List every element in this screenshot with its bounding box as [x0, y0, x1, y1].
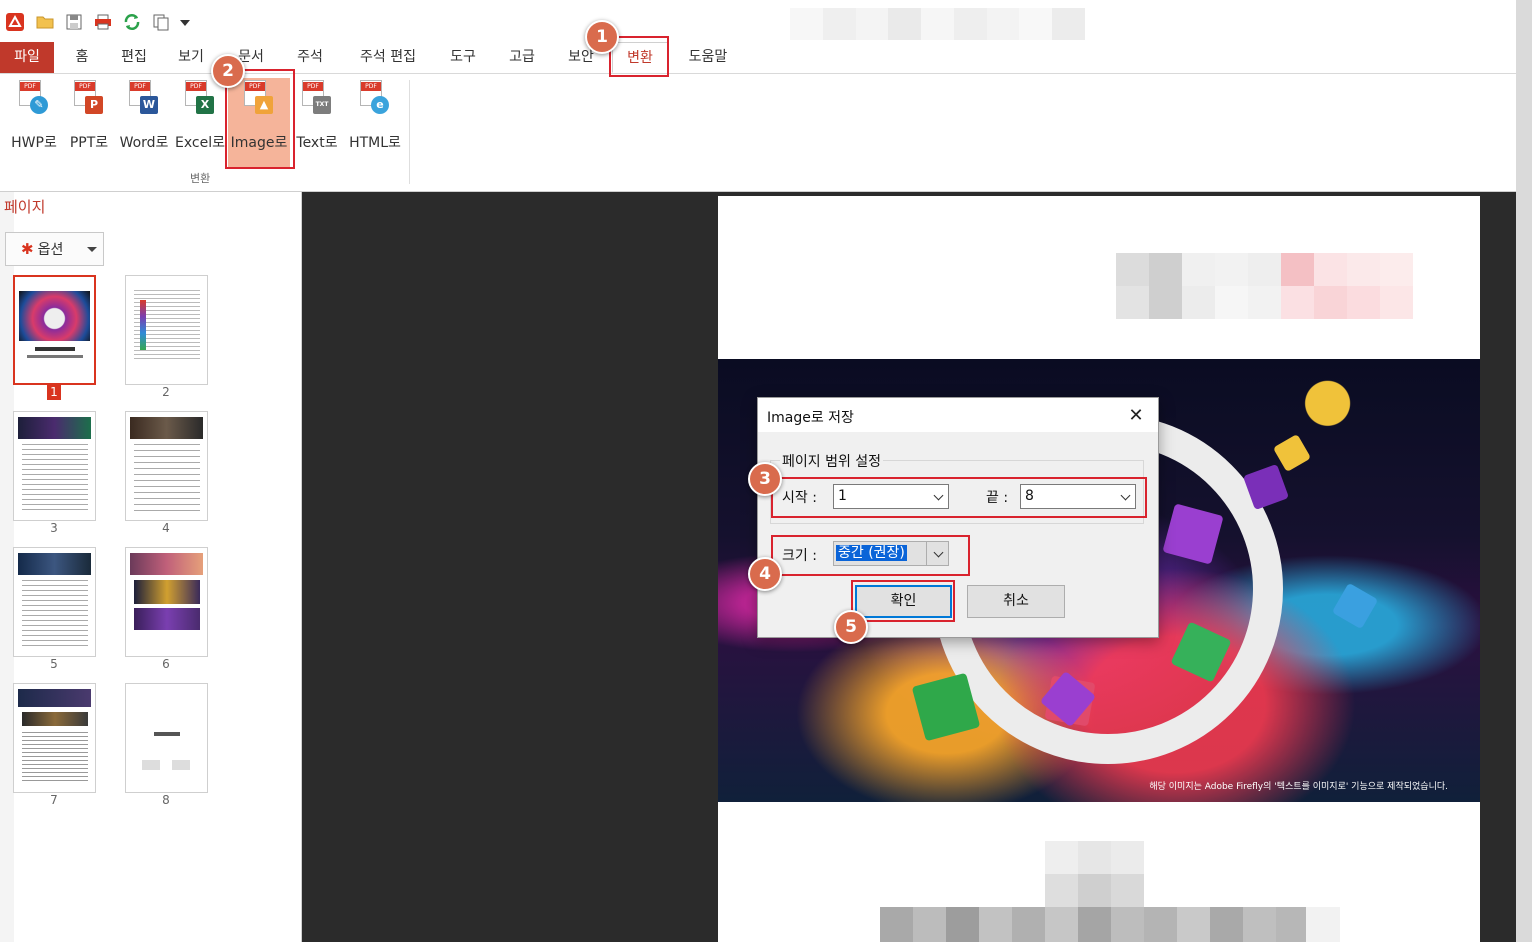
pages-panel-title: 페이지: [4, 198, 46, 216]
step-badge-2: 2: [211, 54, 245, 88]
page-thumbnail-3[interactable]: [13, 411, 96, 521]
convert-to-text-button[interactable]: PDF TXT Text로: [294, 78, 340, 170]
page-number-2: 2: [162, 385, 170, 399]
pages-panel: 페이지 ✱ 옵션 1 2 3 4 5 6 7 8: [0, 192, 302, 942]
cover-caption: 해당 이미지는 Adobe Firefly의 '텍스트를 이미지로' 기능으로 …: [1149, 782, 1448, 792]
open-folder-icon[interactable]: [34, 11, 56, 33]
convert-to-word-button[interactable]: PDF W Word로: [116, 78, 172, 170]
window-title-blurred: [790, 8, 1086, 40]
app-logo-icon[interactable]: [4, 11, 26, 33]
tab-advanced[interactable]: 고급: [501, 42, 543, 73]
highlight-size: [771, 535, 970, 576]
cube-graphic: [1331, 582, 1379, 630]
window-edge: [1516, 0, 1532, 942]
page-thumbnail-7[interactable]: [13, 683, 96, 793]
cancel-button[interactable]: 취소: [967, 585, 1065, 618]
copy-page-icon[interactable]: [150, 11, 172, 33]
quick-access-toolbar: [0, 0, 1516, 42]
tab-edit[interactable]: 편집: [113, 42, 155, 73]
page-number-4: 4: [162, 521, 170, 535]
step-badge-5: 5: [834, 610, 868, 644]
page-range-group-label: 페이지 범위 설정: [780, 451, 884, 471]
step-badge-1: 1: [585, 20, 619, 54]
options-dropdown-button[interactable]: ✱ 옵션: [5, 232, 104, 266]
page-thumbnail-6[interactable]: [125, 547, 208, 657]
ribbon-group-divider: [409, 80, 410, 184]
pdf-to-word-icon: PDF W: [127, 80, 161, 118]
page-thumbnail-8[interactable]: [125, 683, 208, 793]
page-number-1: 1: [47, 385, 61, 400]
blurred-logo: [1116, 253, 1413, 319]
blurred-content: [880, 841, 1340, 942]
step-badge-4: 4: [748, 557, 782, 591]
tab-annotation-edit[interactable]: 주석 편집: [350, 42, 426, 73]
tab-view[interactable]: 보기: [170, 42, 212, 73]
page-number-3: 3: [50, 521, 58, 535]
page-thumbnail-5[interactable]: [13, 547, 96, 657]
print-icon[interactable]: [92, 11, 114, 33]
refresh-icon[interactable]: [121, 11, 143, 33]
highlight-page-range: [771, 477, 1147, 518]
ribbon-group-label: 변환: [190, 172, 211, 185]
pdf-to-excel-icon: PDF X: [183, 80, 217, 118]
app-window: 파일 홈 편집 보기 문서 주석 주석 편집 도구 고급 보안 변환 도움말 P…: [0, 0, 1532, 942]
convert-to-ppt-button[interactable]: PDF P PPT로: [66, 78, 112, 170]
customize-toolbar-icon[interactable]: [174, 11, 196, 33]
chevron-down-icon: [87, 247, 97, 252]
tab-tools[interactable]: 도구: [442, 42, 484, 73]
step-badge-3: 3: [748, 462, 782, 496]
tab-help[interactable]: 도움말: [680, 42, 736, 73]
highlight-ok-button: [851, 580, 955, 622]
pdf-to-html-icon: PDF e: [358, 80, 392, 118]
pdf-to-hwp-icon: PDF ✎: [17, 80, 51, 118]
page-thumbnail-2[interactable]: [125, 275, 208, 385]
convert-to-hwp-button[interactable]: PDF ✎ HWP로: [6, 78, 62, 170]
pdf-to-ppt-icon: PDF P: [72, 80, 106, 118]
panel-gutter: [0, 192, 14, 942]
tab-file[interactable]: 파일: [0, 42, 54, 73]
page-thumbnail-1[interactable]: [13, 275, 96, 385]
cube-graphic: [1272, 433, 1312, 473]
page-thumbnail-4[interactable]: [125, 411, 208, 521]
page-number-8: 8: [162, 793, 170, 807]
convert-to-html-button[interactable]: PDF e HTML로: [346, 78, 404, 170]
pdf-to-text-icon: PDF TXT: [300, 80, 334, 118]
close-icon[interactable]: ✕: [1124, 404, 1148, 428]
page-number-6: 6: [162, 657, 170, 671]
gear-icon: ✱: [21, 240, 34, 258]
page-number-5: 5: [50, 657, 58, 671]
save-icon[interactable]: [63, 11, 85, 33]
tab-home[interactable]: 홈: [66, 42, 98, 73]
convert-to-excel-button[interactable]: PDF X Excel로: [174, 78, 226, 170]
tab-annotation[interactable]: 주석: [289, 42, 331, 73]
dialog-title: Image로 저장: [767, 410, 854, 426]
page-number-7: 7: [50, 793, 58, 807]
